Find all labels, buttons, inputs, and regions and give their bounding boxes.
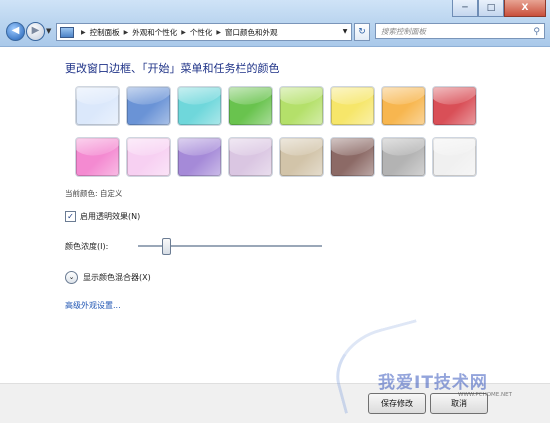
page-title: 更改窗口边框、「开始」菜单和任务栏的颜色 xyxy=(65,62,280,75)
color-swatch[interactable] xyxy=(127,138,170,176)
recent-pages-dropdown[interactable]: ▼ xyxy=(46,27,51,35)
transparency-label[interactable]: 启用透明效果(N) xyxy=(80,211,140,222)
color-mixer-toggle[interactable]: ⌄ 显示颜色混合器(X) xyxy=(65,271,151,284)
window-chrome: ─ □ X ◀ ▶ ▼ ▶ 控制面板 ▶ 外观和个性化 ▶ 个性化 ▶ 窗口颜色… xyxy=(0,0,550,47)
color-swatch[interactable] xyxy=(229,87,272,125)
color-mixer-label[interactable]: 显示颜色混合器(X) xyxy=(83,272,151,283)
minimize-button[interactable]: ─ xyxy=(452,0,478,17)
advanced-appearance-link[interactable]: 高级外观设置... xyxy=(65,300,121,311)
search-input[interactable]: 搜索控制面板 ⚲ xyxy=(375,23,545,39)
color-swatch[interactable] xyxy=(331,138,374,176)
color-swatch[interactable] xyxy=(127,87,170,125)
transparency-checkbox[interactable]: ✓ xyxy=(65,211,76,222)
address-dropdown-button[interactable]: ▼ xyxy=(339,23,352,41)
address-bar[interactable]: ▶ 控制面板 ▶ 外观和个性化 ▶ 个性化 ▶ 窗口颜色和外观 xyxy=(56,23,340,41)
color-swatch[interactable] xyxy=(178,138,221,176)
breadcrumb-item-window-color[interactable]: 窗口颜色和外观 xyxy=(225,27,278,38)
color-swatch[interactable] xyxy=(229,138,272,176)
intensity-label: 颜色浓度(I): xyxy=(65,242,109,251)
breadcrumb-item-control-panel[interactable]: 控制面板 xyxy=(90,27,120,38)
color-swatch[interactable] xyxy=(280,138,323,176)
search-icon[interactable]: ⚲ xyxy=(533,24,540,40)
current-color-label: 当前颜色: 自定义 xyxy=(65,189,123,198)
control-panel-icon xyxy=(60,26,74,38)
back-button[interactable]: ◀ xyxy=(6,22,25,41)
refresh-icon[interactable]: ↻ xyxy=(354,23,370,41)
transparency-option[interactable]: ✓ 启用透明效果(N) xyxy=(65,211,140,222)
color-swatch[interactable] xyxy=(382,87,425,125)
color-swatch[interactable] xyxy=(433,87,476,125)
forward-button[interactable]: ▶ xyxy=(26,22,45,41)
watermark-logo: 我爱IT技术网 xyxy=(378,373,488,393)
intensity-slider-thumb[interactable] xyxy=(162,238,171,255)
close-button[interactable]: X xyxy=(504,0,546,17)
color-swatch[interactable] xyxy=(382,138,425,176)
search-placeholder: 搜索控制面板 xyxy=(381,27,426,36)
color-swatch[interactable] xyxy=(76,138,119,176)
color-swatch[interactable] xyxy=(280,87,323,125)
chevron-right-icon[interactable]: ▶ xyxy=(124,29,129,36)
chevron-right-icon[interactable]: ▶ xyxy=(81,29,86,36)
maximize-button[interactable]: □ xyxy=(478,0,504,17)
window-controls: ─ □ X xyxy=(452,0,546,17)
watermark-url: WWW.PCHOME.NET xyxy=(458,392,512,398)
color-swatch[interactable] xyxy=(76,87,119,125)
color-swatch[interactable] xyxy=(178,87,221,125)
main-content: 更改窗口边框、「开始」菜单和任务栏的颜色 当前颜色: 自定义 ✓ 启用透明效果(… xyxy=(0,47,550,383)
chevron-right-icon[interactable]: ▶ xyxy=(181,29,186,36)
breadcrumb-item-appearance[interactable]: 外观和个性化 xyxy=(132,27,177,38)
breadcrumb-item-personalization[interactable]: 个性化 xyxy=(190,27,213,38)
color-swatch[interactable] xyxy=(433,138,476,176)
color-swatch[interactable] xyxy=(331,87,374,125)
chevron-down-icon[interactable]: ⌄ xyxy=(65,271,78,284)
chevron-right-icon[interactable]: ▶ xyxy=(216,29,221,36)
